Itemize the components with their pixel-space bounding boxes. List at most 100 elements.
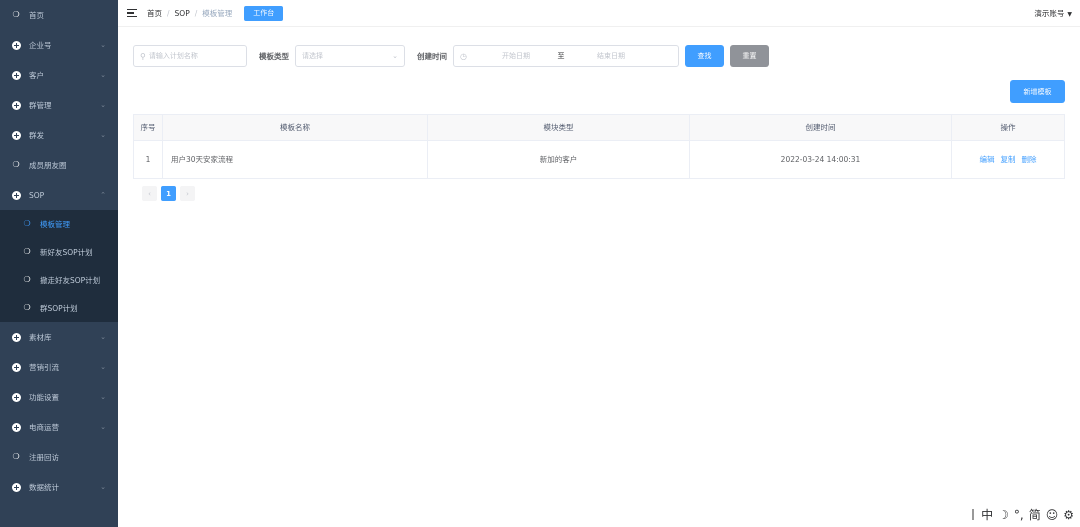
sidebar-item-ecommerce[interactable]: 电商运营 ⌄ bbox=[0, 412, 118, 442]
search-placeholder: 请输入计划名称 bbox=[148, 52, 198, 60]
plus-circle-icon bbox=[11, 482, 21, 492]
sidebar-item-label: 群SOP计划 bbox=[40, 303, 78, 313]
prev-page-button[interactable]: ‹ bbox=[142, 186, 157, 201]
edit-link[interactable]: 编辑 bbox=[980, 154, 995, 165]
breadcrumb-separator: / bbox=[194, 8, 198, 18]
sidebar-item-moments[interactable]: ❍ 成员朋友圈 bbox=[0, 150, 118, 180]
chevron-down-icon: ⌄ bbox=[100, 423, 106, 431]
group-icon: ❍ bbox=[23, 303, 31, 312]
breadcrumb-home[interactable]: 首页 bbox=[147, 8, 162, 19]
end-date-input[interactable]: 结束日期 bbox=[571, 51, 651, 61]
delete-link[interactable]: 删除 bbox=[1022, 154, 1037, 165]
sidebar-item-label: 成员朋友圈 bbox=[29, 160, 67, 170]
group-icon: ❍ bbox=[12, 10, 20, 19]
sidebar-item-group-sop[interactable]: ❍ 群SOP计划 bbox=[0, 294, 118, 322]
reset-button[interactable]: 重置 bbox=[730, 45, 769, 67]
group-icon: ❍ bbox=[23, 219, 31, 228]
breadcrumb: 首页 / SOP / 模板管理 bbox=[147, 8, 232, 19]
select-placeholder: 请选择 bbox=[302, 52, 323, 60]
sidebar-item-label: 素材库 bbox=[29, 332, 52, 342]
search-icon: ⚲ bbox=[140, 51, 146, 61]
drag-handle[interactable] bbox=[972, 509, 975, 520]
account-menu[interactable]: 演示账号 ▼ bbox=[1034, 8, 1072, 19]
group-icon: ❍ bbox=[12, 452, 20, 461]
sidebar-item-settings[interactable]: 功能设置 ⌄ bbox=[0, 382, 118, 412]
chevron-up-icon: ⌃ bbox=[100, 191, 106, 199]
chevron-down-icon: ⌄ bbox=[100, 41, 106, 49]
range-separator: 至 bbox=[557, 52, 565, 60]
account-name: 演示账号 bbox=[1034, 9, 1065, 18]
group-icon: ❍ bbox=[12, 160, 20, 169]
column-header-index: 序号 bbox=[134, 115, 163, 140]
cell-created: 2022-03-24 14:00:31 bbox=[690, 141, 952, 178]
plus-circle-icon bbox=[11, 422, 21, 432]
search-button[interactable]: 查找 bbox=[685, 45, 724, 67]
hamburger-icon[interactable] bbox=[127, 9, 137, 17]
breadcrumb-sop[interactable]: SOP bbox=[175, 9, 190, 18]
pagination: ‹ 1 › bbox=[142, 186, 199, 201]
sidebar-item-label: 营销引流 bbox=[29, 362, 59, 372]
punctuation-toggle[interactable]: °, bbox=[1014, 508, 1024, 522]
sidebar-item-label: 注册回访 bbox=[29, 452, 59, 462]
template-type-select[interactable]: 请选择 ⌄ bbox=[295, 45, 405, 67]
column-header-created: 创建时间 bbox=[690, 115, 952, 140]
template-table: 序号 模板名称 模块类型 创建时间 操作 1 用户30天安家流程 新加的客户 2… bbox=[133, 114, 1065, 179]
plus-circle-icon bbox=[11, 40, 21, 50]
chinese-mode-toggle[interactable]: 中 bbox=[981, 506, 993, 523]
caret-down-icon: ▼ bbox=[1067, 11, 1072, 18]
sidebar-item-registration-visit[interactable]: ❍ 注册回访 bbox=[0, 442, 118, 472]
emoji-icon[interactable]: ☺ bbox=[1046, 508, 1059, 522]
start-date-input[interactable]: 开始日期 bbox=[481, 51, 551, 61]
sidebar-item-sop[interactable]: SOP ⌃ bbox=[0, 180, 118, 210]
plan-name-search-input[interactable]: ⚲ 请输入计划名称 bbox=[133, 45, 247, 67]
sidebar-item-label: 模板管理 bbox=[40, 219, 70, 229]
chevron-down-icon: ⌄ bbox=[100, 71, 106, 79]
copy-link[interactable]: 复制 bbox=[1001, 154, 1016, 165]
moon-icon[interactable]: ☽ bbox=[998, 508, 1009, 522]
sidebar-item-materials[interactable]: 素材库 ⌄ bbox=[0, 322, 118, 352]
template-type-label: 模板类型 bbox=[259, 51, 289, 61]
sidebar-item-customers[interactable]: 客户 ⌄ bbox=[0, 60, 118, 90]
group-icon: ❍ bbox=[23, 275, 31, 284]
sidebar-item-home[interactable]: ❍ 首页 bbox=[0, 0, 118, 30]
sidebar-item-label: 数据统计 bbox=[29, 482, 59, 492]
sidebar-item-enterprise[interactable]: 企业号 ⌄ bbox=[0, 30, 118, 60]
column-header-name: 模板名称 bbox=[163, 115, 428, 140]
sidebar-item-template-management[interactable]: ❍ 模板管理 bbox=[0, 210, 118, 238]
sidebar-item-label: 群管理 bbox=[29, 100, 52, 110]
sidebar-item-new-friend-sop[interactable]: ❍ 新好友SOP计划 bbox=[0, 238, 118, 266]
settings-gear-icon[interactable]: ⚙ bbox=[1063, 508, 1074, 522]
next-page-button[interactable]: › bbox=[180, 186, 195, 201]
cell-index: 1 bbox=[134, 141, 163, 178]
sidebar-item-label: 首页 bbox=[29, 10, 44, 20]
plus-circle-icon bbox=[11, 332, 21, 342]
add-template-button[interactable]: 新增模板 bbox=[1010, 80, 1065, 103]
created-date-range-picker[interactable]: ◷ 开始日期 至 结束日期 bbox=[453, 45, 679, 67]
ime-toolbar: 中 ☽ °, 简 ☺ ⚙ bbox=[972, 506, 1074, 523]
plus-circle-icon bbox=[11, 130, 21, 140]
created-time-label: 创建时间 bbox=[417, 51, 447, 61]
group-icon: ❍ bbox=[23, 247, 31, 256]
sidebar-item-label: 群发 bbox=[29, 130, 44, 140]
column-header-actions: 操作 bbox=[1000, 123, 1016, 132]
chevron-down-icon: ⌄ bbox=[100, 131, 106, 139]
sidebar-item-label: 企业号 bbox=[29, 40, 52, 50]
plus-circle-icon bbox=[11, 190, 21, 200]
filter-bar: ⚲ 请输入计划名称 模板类型 请选择 ⌄ 创建时间 ◷ 开始日期 至 结束日期 … bbox=[133, 45, 769, 67]
sidebar-item-mass-send[interactable]: 群发 ⌄ bbox=[0, 120, 118, 150]
workbench-button[interactable]: 工作台 bbox=[244, 5, 284, 21]
page-number-1[interactable]: 1 bbox=[161, 186, 176, 201]
plus-circle-icon bbox=[11, 362, 21, 372]
sidebar-item-label: 新好友SOP计划 bbox=[40, 247, 93, 257]
sidebar-item-marketing[interactable]: 营销引流 ⌄ bbox=[0, 352, 118, 382]
sidebar-item-statistics[interactable]: 数据统计 ⌄ bbox=[0, 472, 118, 502]
plus-circle-icon bbox=[11, 70, 21, 80]
cell-name: 用户30天安家流程 bbox=[163, 141, 428, 178]
sidebar-item-group-management[interactable]: 群管理 ⌄ bbox=[0, 90, 118, 120]
sop-submenu: ❍ 模板管理 ❍ 新好友SOP计划 ❍ 撤走好友SOP计划 ❍ 群SOP计划 bbox=[0, 210, 118, 322]
sidebar-item-withdraw-friend-sop[interactable]: ❍ 撤走好友SOP计划 bbox=[0, 266, 118, 294]
table-header-row: 序号 模板名称 模块类型 创建时间 操作 bbox=[134, 115, 1064, 141]
sidebar-item-label: 撤走好友SOP计划 bbox=[40, 275, 101, 285]
simplified-toggle[interactable]: 简 bbox=[1029, 506, 1041, 523]
chevron-down-icon: ⌄ bbox=[100, 483, 106, 491]
